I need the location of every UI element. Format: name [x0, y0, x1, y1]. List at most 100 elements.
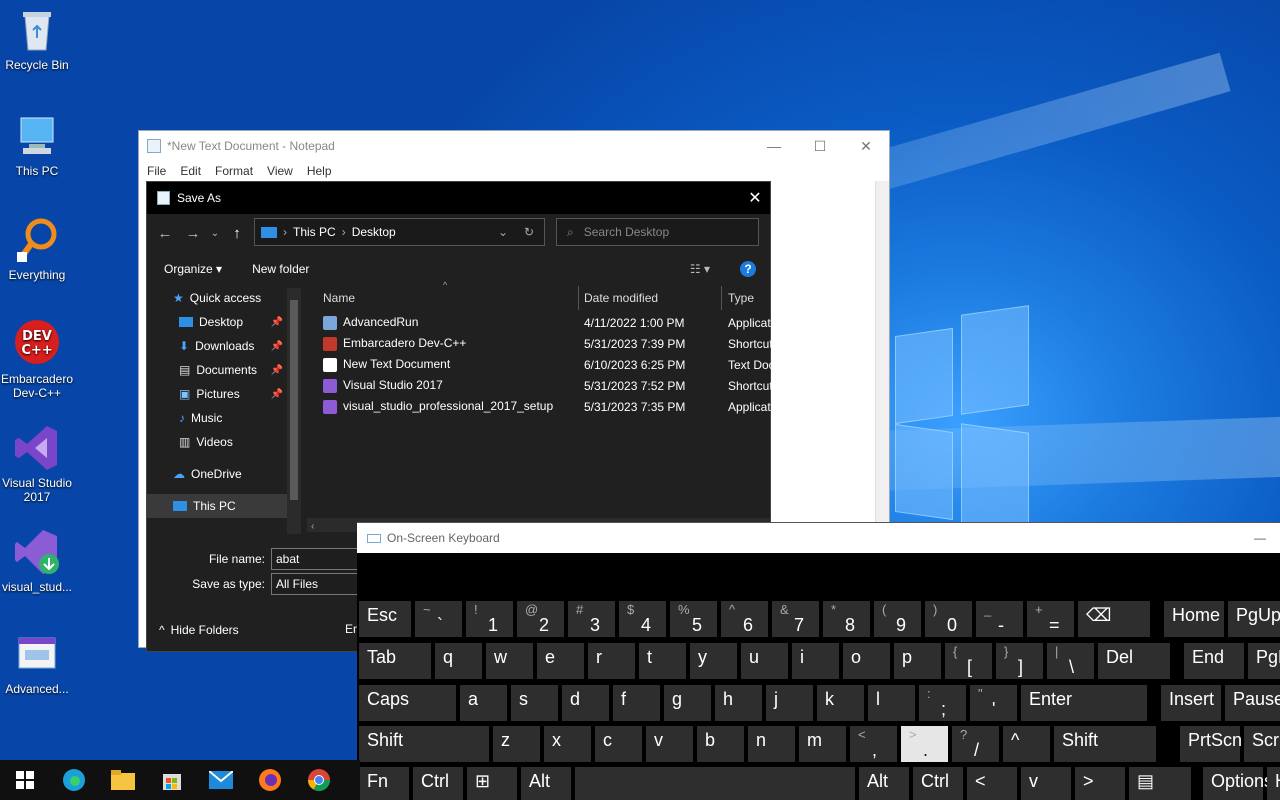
key-symbol[interactable]: ^ — [1003, 726, 1050, 762]
key-home[interactable]: Home — [1164, 601, 1224, 637]
tree-item-quick-access[interactable]: ★ Quick access — [147, 286, 301, 310]
key-enter[interactable]: Enter — [1021, 685, 1147, 721]
key-help[interactable]: Help — [1267, 767, 1280, 800]
key-e[interactable]: e — [537, 643, 584, 679]
desktop-icon-vs-setup[interactable]: visual_stud... — [0, 528, 74, 594]
taskbar-chrome[interactable] — [294, 760, 343, 800]
hide-folders-button[interactable]: ^ Hide Folders — [159, 623, 239, 637]
key-symbol[interactable]: < — [967, 767, 1017, 800]
key-m[interactable]: m — [799, 726, 846, 762]
desktop-icon-this-pc[interactable]: This PC — [0, 112, 74, 178]
key-symbol[interactable]: :; — [919, 685, 966, 721]
key-7[interactable]: & 7 — [772, 601, 819, 637]
tree-item-onedrive[interactable]: ☁ OneDrive — [147, 462, 301, 486]
key-c[interactable]: c — [595, 726, 642, 762]
taskbar-file-explorer[interactable] — [98, 760, 147, 800]
taskbar-mail[interactable] — [196, 760, 245, 800]
key-alt[interactable]: Alt — [521, 767, 571, 800]
column-type[interactable]: Type — [728, 291, 754, 305]
key-y[interactable]: y — [690, 643, 737, 679]
close-button[interactable]: ✕ — [740, 188, 770, 208]
view-options-icon[interactable]: ☷ ▾ — [690, 262, 710, 276]
key-symbol[interactable]: }] — [996, 643, 1043, 679]
help-button[interactable]: ? — [740, 261, 756, 277]
address-dropdown-icon[interactable]: ⌄ — [498, 225, 508, 239]
address-bar[interactable]: › This PC › Desktop ⌄ ↻ — [254, 218, 545, 246]
key-u[interactable]: u — [741, 643, 788, 679]
key-ctrl[interactable]: Ctrl — [413, 767, 463, 800]
organize-button[interactable]: Organize ▾ — [164, 262, 222, 276]
key-v[interactable]: v — [1021, 767, 1071, 800]
key-shift[interactable]: Shift — [1054, 726, 1156, 762]
save-as-title-bar[interactable]: Save As ✕ — [147, 182, 770, 214]
key-esc[interactable]: Esc — [359, 601, 411, 637]
key-end[interactable]: End — [1184, 643, 1244, 679]
taskbar-firefox[interactable] — [245, 760, 294, 800]
maximize-button[interactable]: ☐ — [797, 138, 843, 155]
menu-file[interactable]: File — [147, 164, 166, 178]
key-symbol[interactable]: <, — [850, 726, 897, 762]
key-h[interactable]: h — [715, 685, 762, 721]
start-button[interactable] — [0, 760, 49, 800]
key-ctrl[interactable]: Ctrl — [913, 767, 963, 800]
breadcrumb-desktop[interactable]: Desktop — [352, 225, 396, 239]
key-3[interactable]: #3 — [568, 601, 615, 637]
key-9[interactable]: (9 — [874, 601, 921, 637]
key-tab[interactable]: Tab — [359, 643, 431, 679]
taskbar-edge[interactable] — [49, 760, 98, 800]
key-fn[interactable]: Fn — [359, 767, 409, 800]
desktop-icon-recycle-bin[interactable]: Recycle Bin — [0, 6, 74, 72]
key-insert[interactable]: Insert — [1161, 685, 1221, 721]
key-symbol[interactable]: > — [1075, 767, 1125, 800]
key-symbol[interactable]: ⊞ — [467, 767, 517, 800]
breadcrumb-this-pc[interactable]: This PC — [293, 225, 336, 239]
forward-arrow-icon[interactable]: → — [179, 225, 207, 242]
key-symbol[interactable]: ▤ — [1129, 767, 1191, 800]
save-type-select[interactable]: All Files — [271, 573, 371, 595]
key-n[interactable]: n — [748, 726, 795, 762]
key-8[interactable]: * 8 — [823, 601, 870, 637]
key-symbol[interactable]: _ - — [976, 601, 1023, 637]
desktop-icon-devcpp[interactable]: DEV C++ Embarcadero Dev-C++ — [0, 320, 74, 400]
key-6[interactable]: ^ 6 — [721, 601, 768, 637]
key-2[interactable]: @2 — [517, 601, 564, 637]
key-d[interactable]: d — [562, 685, 609, 721]
key-0[interactable]: ) 0 — [925, 601, 972, 637]
tree-item-videos[interactable]: ▥ Videos — [147, 430, 301, 454]
on-screen-keyboard[interactable]: On-Screen Keyboard — Esc ~ `! 1 @2 #3 $4% 5 ^ 6 & 7… — [357, 522, 1280, 800]
file-row[interactable]: Visual Studio 2017 5/31/2023 7:52 PM Short… — [317, 375, 772, 396]
key-symbol[interactable]: + = — [1027, 601, 1074, 637]
tree-item-desktop[interactable]: Desktop 📌 — [147, 310, 301, 334]
key-r[interactable]: r — [588, 643, 635, 679]
minimize-button[interactable]: — — [1240, 531, 1280, 545]
desktop-icon-advancedrun[interactable]: Advanced... — [0, 630, 74, 696]
key-q[interactable]: q — [435, 643, 482, 679]
key-caps[interactable]: Caps — [359, 685, 456, 721]
key-5[interactable]: % 5 — [670, 601, 717, 637]
notepad-title-bar[interactable]: *New Text Document - Notepad — ☐ ✕ — [139, 131, 889, 161]
key-l[interactable]: l — [868, 685, 915, 721]
key-j[interactable]: j — [766, 685, 813, 721]
scroll-left-icon[interactable]: ‹ — [311, 521, 314, 532]
taskbar-store[interactable] — [147, 760, 196, 800]
key-pause[interactable]: Pause — [1225, 685, 1280, 721]
key-alt[interactable]: Alt — [859, 767, 909, 800]
key-1[interactable]: ! 1 — [466, 601, 513, 637]
key-space[interactable] — [575, 767, 855, 800]
key-symbol[interactable]: ? / — [952, 726, 999, 762]
key-s[interactable]: s — [511, 685, 558, 721]
key-shift[interactable]: Shift — [359, 726, 489, 762]
key-t[interactable]: t — [639, 643, 686, 679]
scrollbar-thumb[interactable] — [290, 300, 298, 500]
key-w[interactable]: w — [486, 643, 533, 679]
refresh-icon[interactable]: ↻ — [514, 225, 544, 239]
key-a[interactable]: a — [460, 685, 507, 721]
key-symbol[interactable]: >. — [901, 726, 948, 762]
file-row[interactable]: Embarcadero Dev-C++ 5/31/2023 7:39 PM Shor… — [317, 333, 772, 354]
key-symbol[interactable]: | \ — [1047, 643, 1094, 679]
minimize-button[interactable]: — — [751, 138, 797, 155]
file-row[interactable]: New Text Document 6/10/2023 6:25 PM Text D… — [317, 354, 772, 375]
file-row[interactable]: visual_studio_professional_2017_setup 5/3… — [317, 396, 772, 417]
key-4[interactable]: $4 — [619, 601, 666, 637]
file-name-input[interactable]: abat — [271, 548, 371, 570]
